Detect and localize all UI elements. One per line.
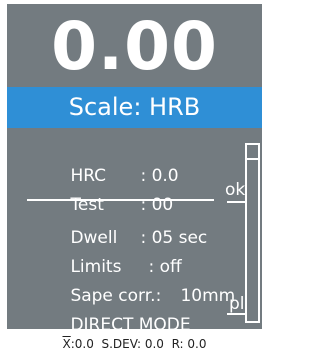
hardness-tester-display: 0.00 Scale: HRB HRC: 0.0 Test: 00 Dwell:…: [0, 0, 269, 360]
range-value: R: 0.0: [171, 337, 207, 351]
gauge-ok-tick: [227, 201, 247, 203]
statistics-line: X:0.0 S.DEV: 0.0 R: 0.0: [0, 334, 269, 354]
gauge-ok-label: ok: [225, 180, 246, 200]
mean-value: :0.0: [70, 337, 94, 351]
mean-symbol: X: [62, 337, 71, 351]
gauge-upper-mark: [245, 158, 260, 160]
standard-deviation: S.DEV: 0.0: [101, 337, 164, 351]
scale-label[interactable]: Scale: HRB: [7, 87, 262, 128]
section-divider: [27, 199, 214, 201]
hardness-reading: 0.00: [51, 8, 218, 85]
lcd-screen: 0.00 Scale: HRB HRC: 0.0 Test: 00 Dwell:…: [7, 4, 262, 335]
mode-label: DIRECT MODE: [70, 315, 191, 335]
gauge-pl-label: pl: [229, 294, 245, 314]
tolerance-gauge: [245, 143, 260, 323]
